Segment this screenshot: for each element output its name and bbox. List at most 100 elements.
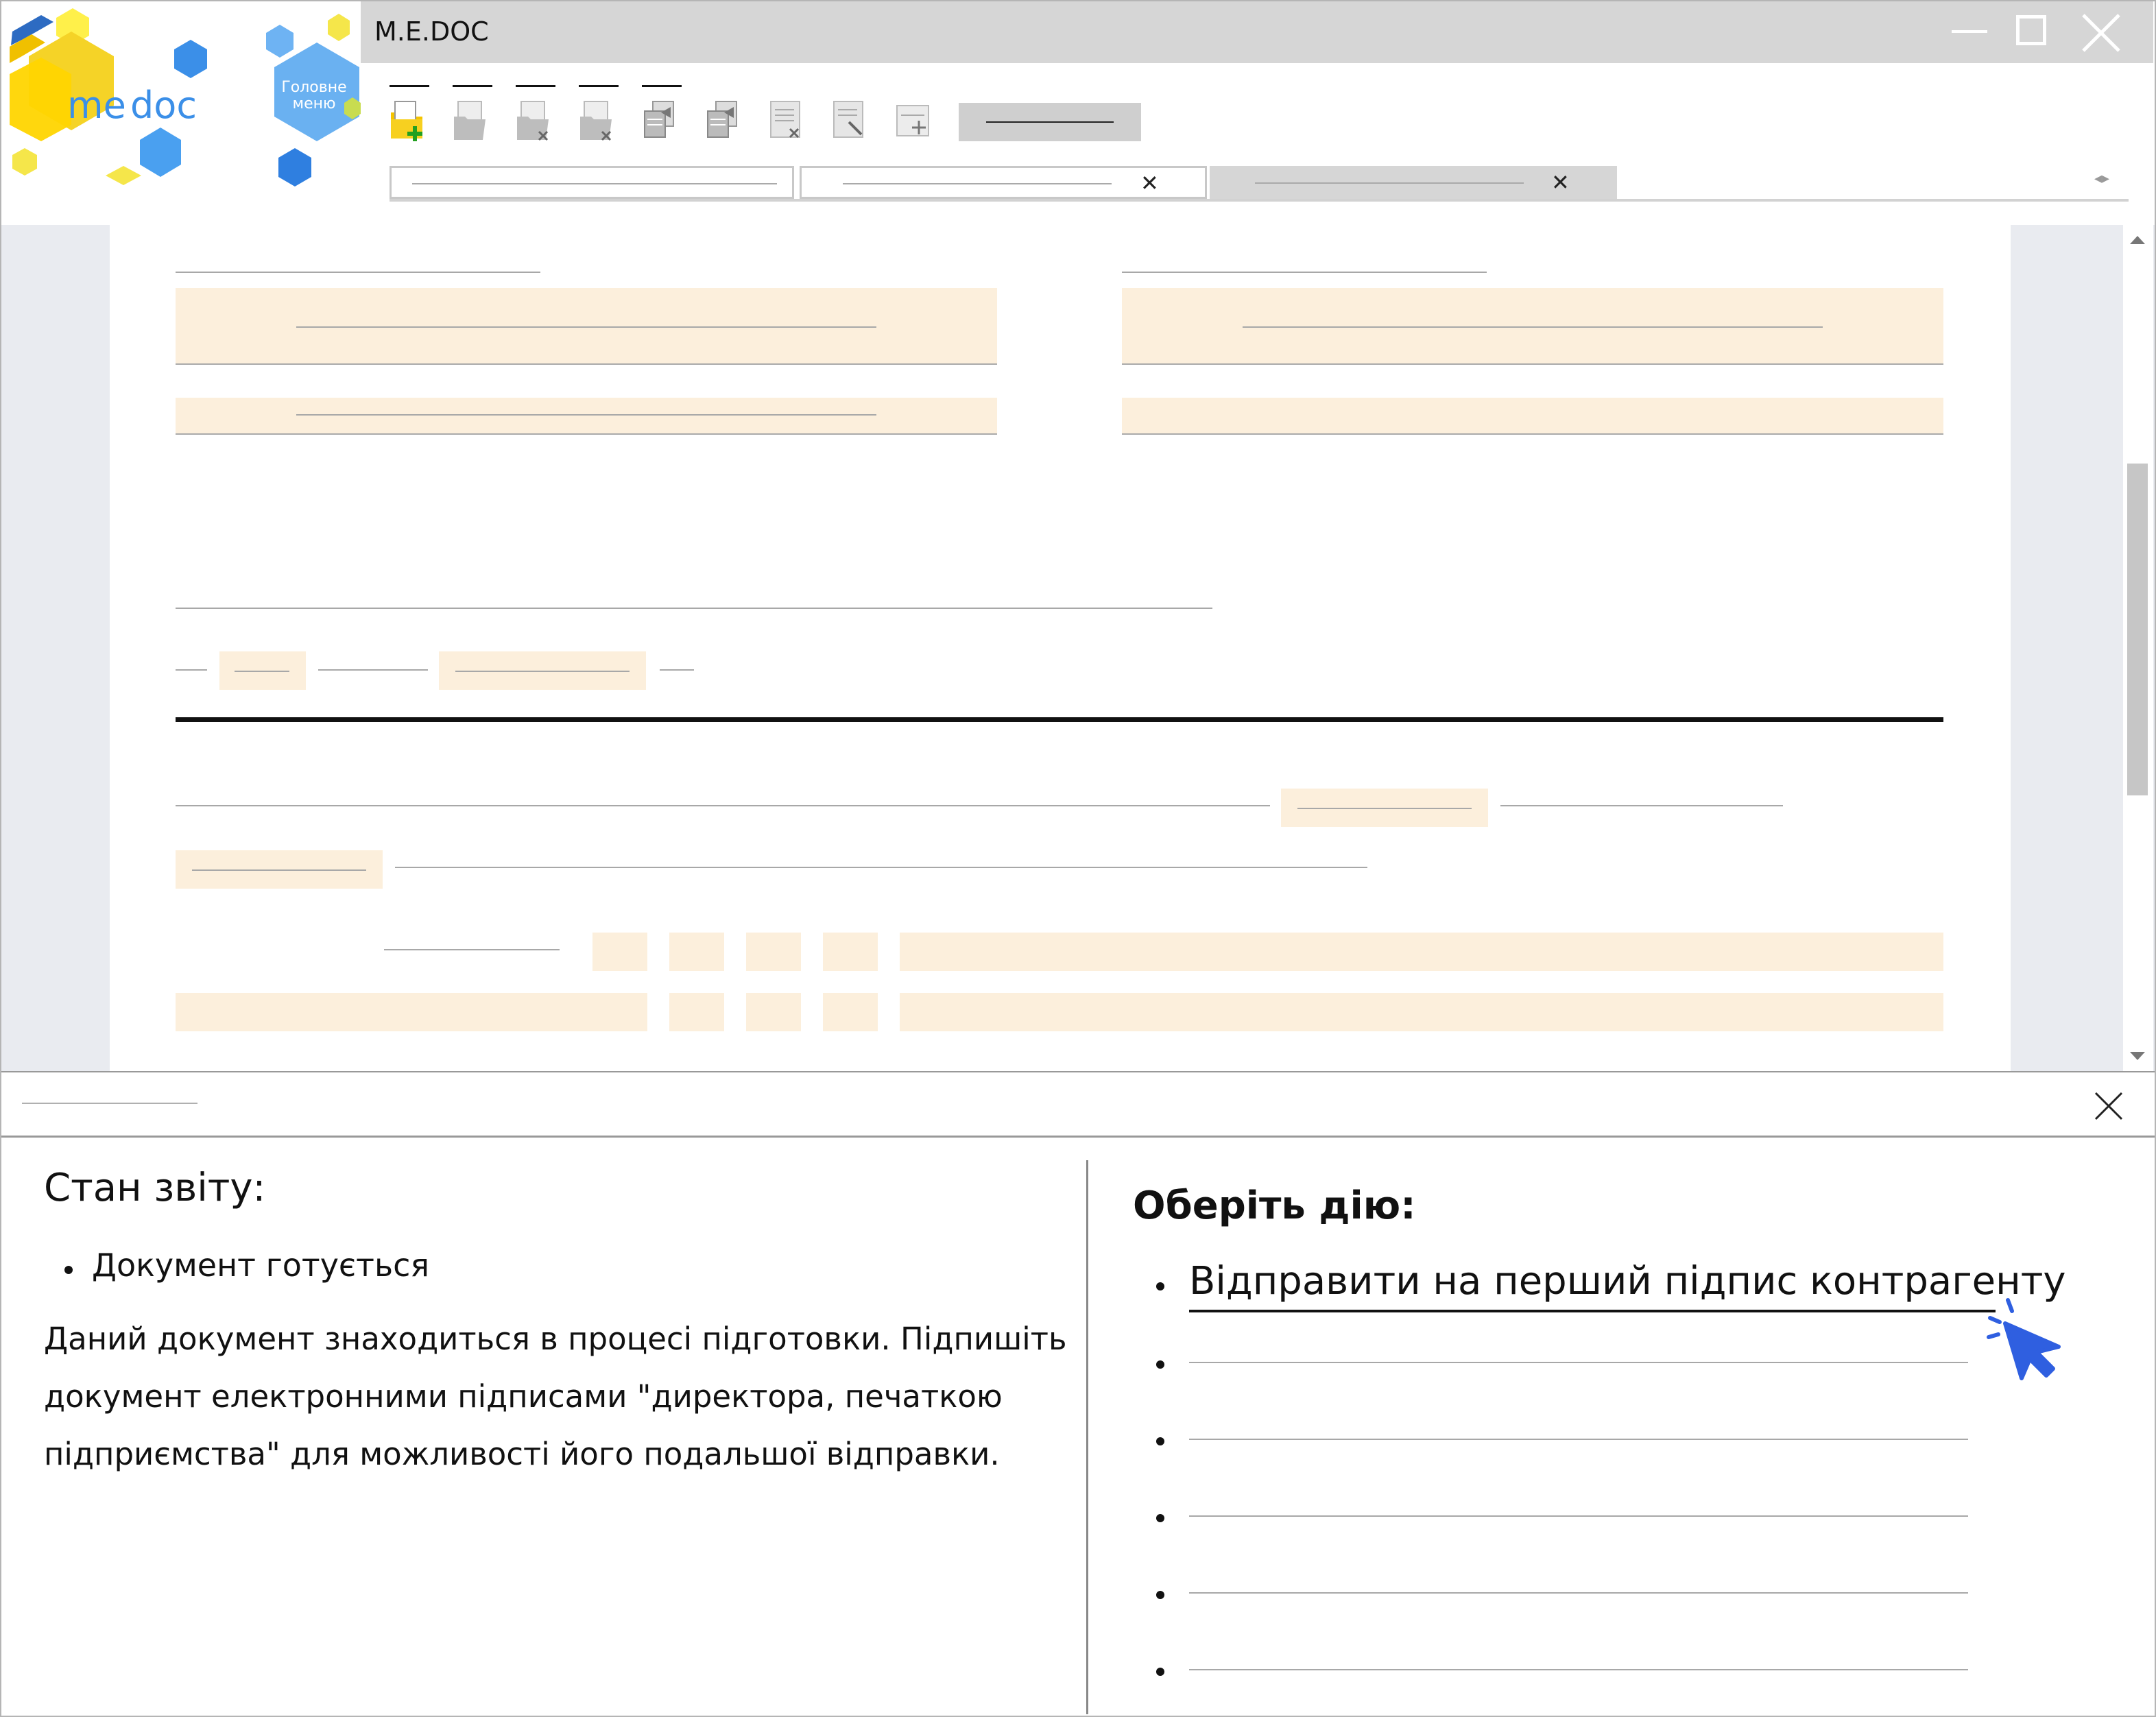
action-bullet-5 <box>1156 1591 1164 1599</box>
input-field-2-value <box>1243 326 1823 328</box>
status-description-line-2: документ електронними підписами "директо… <box>44 1378 1003 1415</box>
svg-text:doc: doc <box>130 84 197 127</box>
minimize-icon[interactable] <box>1952 30 1987 33</box>
menu-item-1[interactable] <box>390 85 429 87</box>
input-field-5[interactable] <box>219 651 306 690</box>
send-to-counterparty-link[interactable]: Відправити на перший підпис контрагенту <box>1189 1259 2065 1304</box>
cell-2-5[interactable] <box>900 993 1943 1031</box>
delete-document-icon[interactable] <box>514 99 553 141</box>
field-label-1 <box>176 272 540 273</box>
menu-item-2[interactable] <box>453 85 492 87</box>
input-field-1-value <box>296 326 876 328</box>
menu-item-3[interactable] <box>516 85 555 87</box>
logo-me-text: me <box>67 84 126 127</box>
medoc-logo: me doc <box>4 4 251 189</box>
input-field-7-value <box>1297 808 1472 809</box>
menu-item-4[interactable] <box>579 85 619 87</box>
toolbar-dropdown-line <box>986 121 1114 123</box>
action-item-4[interactable] <box>1189 1515 1968 1517</box>
scroll-down-icon[interactable] <box>2130 1052 2145 1060</box>
panel-close-icon[interactable] <box>2093 1090 2124 1122</box>
cell-1-1[interactable] <box>592 933 647 971</box>
tab-strip-border <box>390 199 2129 202</box>
cell-1-2[interactable] <box>669 933 724 971</box>
main-menu-button[interactable]: Головне меню <box>259 4 361 189</box>
cell-2-4[interactable] <box>823 993 878 1031</box>
tab-1-title <box>412 183 777 184</box>
input-field-8-value <box>192 869 366 871</box>
tab-1[interactable] <box>390 166 794 199</box>
clear-form-icon[interactable] <box>767 99 805 141</box>
input-field-1[interactable] <box>176 288 997 365</box>
input-field-7[interactable] <box>1281 789 1488 827</box>
tab-close-icon[interactable]: ✕ <box>1140 172 1159 194</box>
action-item-2[interactable] <box>1189 1362 1968 1363</box>
action-bullet-6 <box>1156 1668 1164 1676</box>
action-bullet-3 <box>1156 1437 1164 1445</box>
title-bar <box>361 1 2153 63</box>
cell-1-4[interactable] <box>823 933 878 971</box>
input-field-4[interactable] <box>1122 398 1943 435</box>
actions-heading: Оберіть дію: <box>1133 1184 1416 1228</box>
input-field-6-value <box>455 671 630 672</box>
tab-2-title <box>843 183 1112 184</box>
cell-1-3[interactable] <box>746 933 801 971</box>
add-form-icon[interactable] <box>893 99 931 141</box>
section-divider <box>176 717 1943 722</box>
tab-3-title <box>1255 182 1524 184</box>
copy-document-icon[interactable] <box>640 99 679 141</box>
open-document-icon[interactable] <box>451 99 490 141</box>
status-description-line-1: Даний документ знаходиться в процесі під… <box>44 1321 1067 1357</box>
text-line-a <box>176 669 207 671</box>
toolbar-dropdown-button[interactable] <box>959 103 1141 141</box>
send-link-underline <box>1189 1310 1996 1312</box>
text-line-d <box>176 805 1270 806</box>
cell-1-5[interactable] <box>900 933 1943 971</box>
tab-2[interactable]: ✕ <box>800 166 1207 199</box>
menu-item-5[interactable] <box>642 85 682 87</box>
app-window: me doc Головне меню M.E.DOC ✕ ✕ ◂▸ Стан … <box>0 0 2156 1717</box>
action-item-6[interactable] <box>1189 1669 1968 1670</box>
input-field-6[interactable] <box>439 651 646 690</box>
field-label-2 <box>1122 272 1487 273</box>
input-field-3-value <box>296 414 876 416</box>
action-item-5[interactable] <box>1189 1592 1968 1594</box>
document-heading-line <box>176 608 1212 609</box>
text-line-g <box>384 949 560 950</box>
text-line-e <box>1500 805 1783 806</box>
panel-title <box>22 1103 197 1104</box>
cell-2-2[interactable] <box>669 993 724 1031</box>
panel-column-divider <box>1086 1160 1088 1714</box>
input-field-2[interactable] <box>1122 288 1943 365</box>
cell-2-0[interactable] <box>176 993 647 1031</box>
input-field-3[interactable] <box>176 398 997 435</box>
tab-scroll-arrows[interactable]: ◂▸ <box>2094 170 2109 187</box>
text-line-b <box>318 669 428 671</box>
status-item: Документ готується <box>92 1247 430 1284</box>
text-line-f <box>395 867 1367 868</box>
cell-2-3[interactable] <box>746 993 801 1031</box>
status-bullet <box>64 1266 73 1274</box>
input-field-8[interactable] <box>176 850 383 889</box>
action-item-3[interactable] <box>1189 1439 1968 1440</box>
tab-3-active[interactable]: ✕ <box>1210 166 1617 199</box>
cursor-click-icon <box>1982 1296 2071 1385</box>
scroll-up-icon[interactable] <box>2130 236 2145 244</box>
status-description-line-3: підприємства" для можливості його подаль… <box>44 1436 1000 1472</box>
tab-close-icon[interactable]: ✕ <box>1551 171 1570 193</box>
maximize-icon[interactable] <box>2016 15 2046 45</box>
close-icon[interactable] <box>2081 12 2122 53</box>
action-bullet-2 <box>1156 1360 1164 1369</box>
copy-document-2-icon[interactable] <box>704 99 742 141</box>
status-heading: Стан звіту: <box>44 1166 266 1210</box>
window-title: M.E.DOC <box>374 16 489 47</box>
panel-header-divider <box>1 1136 2155 1138</box>
action-bullet-1 <box>1156 1282 1164 1290</box>
new-document-icon[interactable] <box>388 99 427 141</box>
scrollbar-thumb[interactable] <box>2127 464 2148 795</box>
delete-copy-icon[interactable] <box>577 99 616 141</box>
action-bullet-4 <box>1156 1514 1164 1522</box>
text-line-c <box>660 669 694 671</box>
main-menu-label: Головне меню <box>281 79 347 112</box>
edit-form-icon[interactable] <box>830 99 868 141</box>
